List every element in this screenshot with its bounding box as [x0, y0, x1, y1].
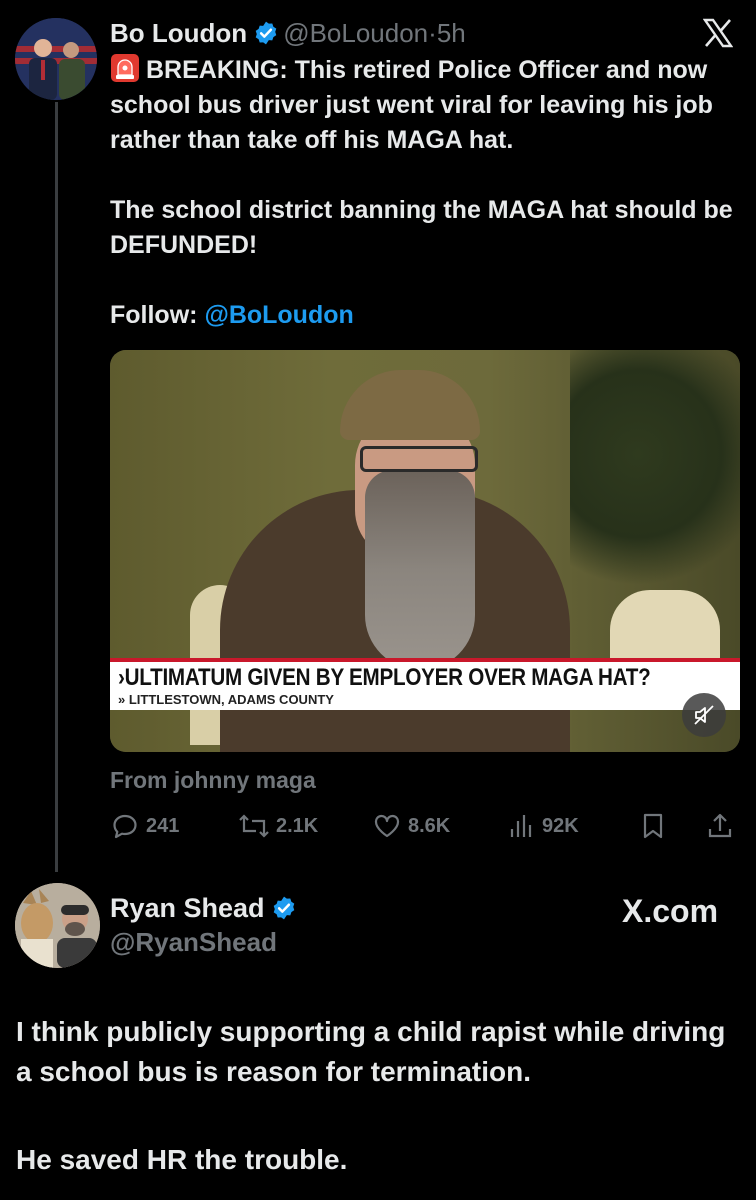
mute-button[interactable] — [682, 693, 726, 737]
views-button[interactable]: 92K — [508, 808, 579, 844]
author-handle[interactable]: @BoLoudon — [283, 18, 428, 48]
avatar-image — [15, 18, 97, 100]
muted-speaker-icon — [694, 705, 714, 725]
tweet-text: BREAKING: This retired Police Officer an… — [110, 53, 750, 333]
reply-button[interactable]: 241 — [110, 808, 179, 844]
verified-badge-icon — [273, 896, 294, 920]
reply-paragraph-1: I think publicly supporting a child rapi… — [16, 1016, 726, 1087]
chyron-headline-text: ULTIMATUM GIVEN BY EMPLOYER OVER MAGA HA… — [124, 664, 651, 691]
x-logo-icon — [702, 18, 734, 54]
tweet-header: Bo Loudon @BoLoudon·5h — [110, 16, 466, 50]
repost-button[interactable]: 2.1K — [238, 808, 318, 844]
media-source-attribution[interactable]: From johnny maga — [110, 765, 316, 795]
reply-avatar-image — [15, 883, 100, 968]
tweet-paragraph-1: BREAKING: This retired Police Officer an… — [110, 56, 713, 154]
tweet-paragraph-2: The school district banning the MAGA hat… — [110, 196, 733, 259]
video-person-beard — [365, 470, 475, 670]
separator-dot: · — [428, 18, 437, 48]
author-name[interactable]: Bo Loudon — [110, 18, 247, 48]
reply-avatar[interactable] — [15, 883, 100, 968]
reply-text: I think publicly supporting a child rapi… — [16, 1012, 746, 1180]
reply-author-name[interactable]: Ryan Shead — [110, 893, 265, 923]
follow-mention-link[interactable]: @BoLoudon — [204, 301, 353, 329]
rotating-light-icon — [111, 54, 139, 82]
timestamp[interactable]: 5h — [437, 18, 466, 48]
reply-header: Ryan Shead @RyanShead — [110, 891, 301, 959]
reply-paragraph-2: He saved HR the trouble. — [16, 1144, 348, 1175]
thread-connector-line — [55, 102, 58, 872]
video-person-glasses — [360, 446, 478, 472]
views-chart-icon — [510, 815, 532, 837]
heart-icon — [374, 814, 400, 838]
repost-icon — [239, 814, 269, 838]
like-button[interactable]: 8.6K — [372, 808, 450, 844]
reply-count: 241 — [146, 814, 180, 837]
share-button[interactable] — [706, 808, 740, 844]
avatar[interactable] — [15, 18, 97, 100]
like-count: 8.6K — [408, 814, 451, 837]
views-count: 92K — [542, 814, 579, 837]
repost-count: 2.1K — [276, 814, 319, 837]
reply-icon — [113, 814, 137, 839]
video-plant — [570, 350, 740, 610]
follow-label: Follow: — [110, 301, 198, 329]
video-media[interactable]: ›ULTIMATUM GIVEN BY EMPLOYER OVER MAGA H… — [110, 350, 740, 752]
tweet-action-bar: 241 2.1K 8.6K 92K — [110, 808, 740, 844]
share-icon — [708, 813, 732, 838]
bookmark-button[interactable] — [640, 808, 672, 844]
verified-badge-icon — [255, 21, 277, 45]
reply-author-handle[interactable]: @RyanShead — [110, 925, 301, 959]
chyron-headline: ›ULTIMATUM GIVEN BY EMPLOYER OVER MAGA H… — [118, 664, 651, 692]
chyron-location: » LITTLESTOWN, ADAMS COUNTY — [118, 692, 334, 707]
bookmark-icon — [643, 813, 663, 839]
news-chyron: ›ULTIMATUM GIVEN BY EMPLOYER OVER MAGA H… — [110, 662, 740, 710]
x-com-watermark: X.com — [622, 893, 719, 929]
